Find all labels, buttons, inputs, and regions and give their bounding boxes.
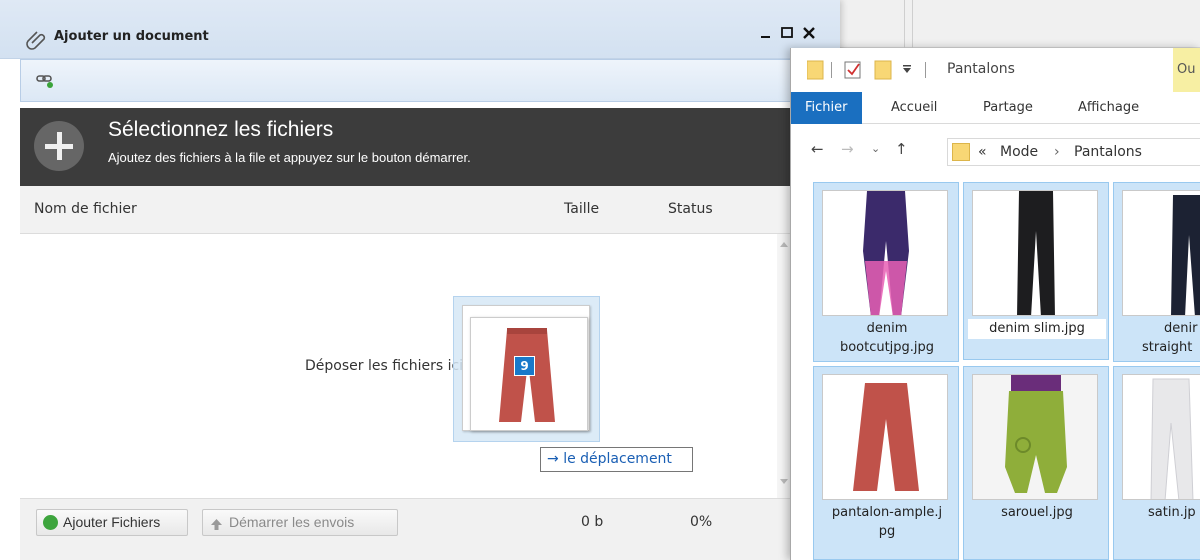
folder-icon	[952, 143, 970, 161]
chevron-down-icon[interactable]: ⌄	[871, 142, 880, 155]
file-tile[interactable]: denim bootcutjpg.jpg	[813, 182, 959, 362]
file-tile[interactable]: denir straight	[1113, 182, 1200, 362]
drag-tooltip-text: le déplacement	[563, 451, 672, 467]
dialog-titlebar[interactable]: Ajouter un document	[0, 0, 840, 59]
file-name-line: denim	[866, 321, 908, 336]
background-window-strip	[840, 0, 1200, 48]
file-thumbnail	[822, 190, 948, 316]
file-list-header: Nom de fichier Taille Status	[20, 186, 840, 234]
forward-arrow-icon[interactable]: →	[841, 140, 854, 158]
ribbon-tabs: Fichier Accueil Partage Affichage	[791, 92, 1200, 124]
add-circle-icon	[43, 515, 58, 530]
column-filename[interactable]: Nom de fichier	[34, 201, 137, 217]
file-name: satin.jp	[1114, 503, 1200, 522]
file-name: sarouel.jpg	[964, 503, 1110, 522]
tab-affichage[interactable]: Affichage	[1078, 92, 1139, 124]
add-files-button[interactable]: Ajouter Fichiers	[36, 509, 188, 536]
dialog-title: Ajouter un document	[54, 29, 209, 44]
column-status[interactable]: Status	[668, 201, 713, 217]
close-icon[interactable]	[802, 26, 816, 40]
drop-zone-text: Déposer les fichiers ici.	[305, 358, 468, 374]
breadcrumb-overflow[interactable]: «	[978, 144, 987, 160]
quick-access-icons	[807, 60, 926, 80]
file-name: denim bootcutjpg.jpg	[814, 319, 960, 357]
plus-icon[interactable]	[34, 121, 84, 171]
file-name-line: denir	[1164, 321, 1198, 336]
explorer-titlebar[interactable]: Pantalons Ou	[791, 48, 1200, 92]
file-name-line: denim slim.jpg	[989, 321, 1085, 336]
dialog-toolbar	[20, 59, 840, 102]
file-name-line: satin.jp	[1148, 505, 1196, 520]
maximize-icon[interactable]	[780, 26, 794, 40]
file-name: denim slim.jpg	[964, 319, 1110, 338]
file-thumbnail	[972, 374, 1098, 500]
scroll-up-icon[interactable]	[780, 242, 788, 247]
total-size: 0 b	[581, 514, 604, 530]
divider	[912, 0, 913, 48]
file-tile[interactable]: satin.jp	[1113, 366, 1200, 560]
minimize-icon[interactable]	[759, 26, 773, 40]
file-name-line: pg	[878, 524, 896, 539]
back-arrow-icon[interactable]: ←	[811, 140, 824, 158]
drag-count-badge: 9	[514, 356, 535, 376]
upload-arrow-icon	[209, 515, 224, 530]
header-subtitle: Ajoutez des fichiers à la file et appuye…	[108, 150, 471, 165]
explorer-title: Pantalons	[947, 61, 1015, 77]
upload-header: Sélectionnez les fichiers Ajoutez des fi…	[20, 108, 840, 186]
header-title: Sélectionnez les fichiers	[108, 118, 334, 141]
file-thumbnail	[972, 190, 1098, 316]
tab-accueil[interactable]: Accueil	[891, 92, 937, 124]
column-size[interactable]: Taille	[564, 201, 599, 217]
breadcrumb-separator-icon: ›	[1054, 144, 1060, 160]
file-name-line: straight	[1142, 340, 1193, 355]
start-upload-button[interactable]: Démarrer les envois	[202, 509, 398, 536]
divider	[904, 0, 905, 48]
file-tile[interactable]: denim slim.jpg	[963, 182, 1109, 360]
file-list-scrollbar[interactable]	[777, 234, 791, 498]
address-bar[interactable]: « Mode › Pantalons	[947, 138, 1200, 166]
breadcrumb-pantalons[interactable]: Pantalons	[1074, 144, 1142, 160]
add-files-label: Ajouter Fichiers	[63, 514, 161, 530]
contextual-tab[interactable]: Ou	[1173, 48, 1200, 92]
file-name: denir straight	[1114, 319, 1200, 357]
upload-footer: Ajouter Fichiers Démarrer les envois 0 b…	[20, 498, 840, 560]
arrow-right-icon: →	[547, 451, 559, 467]
tab-partage[interactable]: Partage	[983, 92, 1033, 124]
link-icon[interactable]	[36, 73, 56, 89]
address-bar-row: ← → ⌄ ↑ « Mode › Pantalons	[791, 124, 1200, 174]
up-arrow-icon[interactable]: ↑	[895, 140, 908, 158]
tab-fichier[interactable]: Fichier	[791, 92, 862, 124]
drag-preview: 9	[453, 296, 600, 442]
file-thumbnail	[1122, 374, 1200, 500]
file-grid: denim bootcutjpg.jpg denim slim.jpg deni…	[813, 182, 1200, 560]
file-thumbnail	[822, 374, 948, 500]
paperclip-icon	[26, 31, 46, 50]
file-tile[interactable]: sarouel.jpg	[963, 366, 1109, 560]
upload-dialog: Ajouter un document Sélectionnez les fic…	[0, 0, 840, 560]
file-tile[interactable]: pantalon-ample.j pg	[813, 366, 959, 560]
file-name-line: pantalon-ample.j	[831, 505, 943, 520]
file-name-line: sarouel.jpg	[1001, 505, 1073, 520]
start-upload-label: Démarrer les envois	[229, 514, 355, 530]
scroll-down-icon[interactable]	[780, 479, 788, 484]
breadcrumb-mode[interactable]: Mode	[1000, 144, 1038, 160]
total-percent: 0%	[690, 514, 713, 530]
file-name: pantalon-ample.j pg	[814, 503, 960, 541]
file-name-line: bootcutjpg.jpg	[839, 340, 935, 355]
drag-tooltip: → le déplacement	[540, 447, 693, 472]
file-thumbnail	[1122, 190, 1200, 316]
file-explorer-window: Pantalons Ou Fichier Accueil Partage Aff…	[790, 48, 1200, 560]
